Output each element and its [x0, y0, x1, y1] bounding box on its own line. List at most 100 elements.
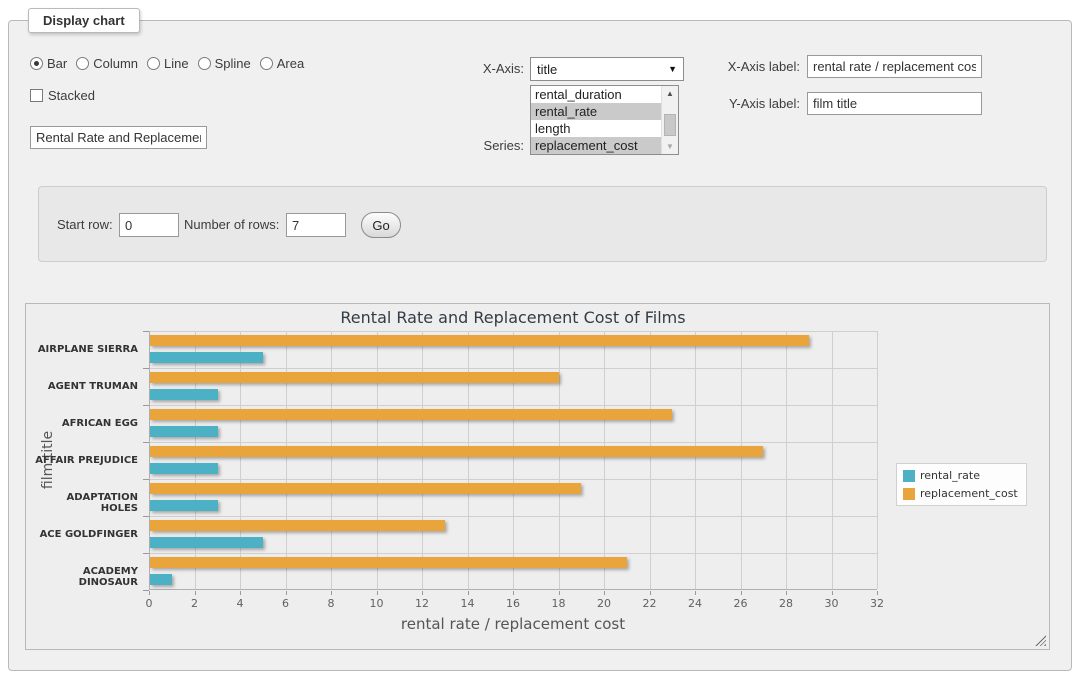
x-tick-label: 4: [225, 597, 255, 610]
gridline-x-30: [832, 331, 833, 589]
bar-replacement_cost-academy-dinosaur[interactable]: [150, 557, 627, 568]
x-tick-mark: [741, 591, 742, 595]
bar-replacement_cost-african-egg[interactable]: [150, 409, 672, 420]
x-tick-mark: [877, 591, 878, 595]
y-tick-mark: [143, 590, 149, 591]
x-tick-label: 30: [817, 597, 847, 610]
radio-button-column[interactable]: [76, 57, 89, 70]
start-row-label: Start row:: [57, 217, 113, 232]
resize-grip-icon[interactable]: [1035, 635, 1046, 646]
bar-replacement_cost-affair-prejudice[interactable]: [150, 446, 763, 457]
legend-swatch-replacement_cost: [903, 488, 915, 500]
radio-button-bar[interactable]: [30, 57, 43, 70]
x-tick-mark: [650, 591, 651, 595]
chart-plot-area: [149, 331, 877, 590]
series-scrollbar[interactable]: ▲ ▼: [661, 86, 678, 154]
radio-label: Area: [277, 56, 304, 71]
series-option-rental_duration[interactable]: rental_duration: [531, 86, 661, 103]
radio-button-line[interactable]: [147, 57, 160, 70]
bar-rental_rate-affair-prejudice[interactable]: [150, 463, 218, 474]
chart-type-option-area: Area: [260, 56, 304, 71]
series-option-length[interactable]: length: [531, 120, 661, 137]
y-tick-mark: [143, 516, 149, 517]
gridline-y: [150, 442, 877, 443]
legend-label: rental_rate: [920, 469, 980, 482]
chart-type-radio-group: BarColumnLineSplineArea: [30, 56, 304, 71]
category-label: ACADEMY DINOSAUR: [26, 566, 138, 588]
gridline-x-28: [786, 331, 787, 589]
x-axis-selected-value: title: [537, 62, 557, 77]
x-tick-mark: [195, 591, 196, 595]
x-tick-mark: [422, 591, 423, 595]
bar-replacement_cost-airplane-sierra[interactable]: [150, 335, 809, 346]
radio-button-area[interactable]: [260, 57, 273, 70]
y-tick-mark: [143, 368, 149, 369]
gridline-x-8: [331, 331, 332, 589]
bar-rental_rate-airplane-sierra[interactable]: [150, 352, 263, 363]
gridline-x-10: [377, 331, 378, 589]
start-row-input[interactable]: [119, 213, 179, 237]
y-axis-label-caption: Y-Axis label:: [690, 96, 800, 111]
number-of-rows-label: Number of rows:: [184, 217, 279, 232]
scrollbar-up-icon[interactable]: ▲: [662, 86, 678, 101]
x-axis-label-input[interactable]: [807, 55, 982, 78]
x-axis-select-label: X-Axis:: [440, 61, 524, 76]
y-tick-mark: [143, 553, 149, 554]
bar-replacement_cost-adaptation-holes[interactable]: [150, 483, 581, 494]
stacked-row: Stacked: [30, 88, 95, 103]
x-tick-label: 14: [453, 597, 483, 610]
series-option-rental_rate[interactable]: rental_rate: [531, 103, 661, 120]
x-tick-label: 6: [271, 597, 301, 610]
gridline-y: [150, 479, 877, 480]
x-tick-label: 18: [544, 597, 574, 610]
category-label: ADAPTATION HOLES: [26, 492, 138, 514]
chart-type-option-column: Column: [76, 56, 138, 71]
bar-rental_rate-african-egg[interactable]: [150, 426, 218, 437]
legend-item-replacement_cost[interactable]: replacement_cost: [903, 487, 1018, 500]
y-axis-label-input[interactable]: [807, 92, 982, 115]
y-tick-mark: [143, 442, 149, 443]
stacked-checkbox[interactable]: [30, 89, 43, 102]
chart-type-option-line: Line: [147, 56, 189, 71]
gridline-y: [150, 516, 877, 517]
x-tick-mark: [468, 591, 469, 595]
scrollbar-thumb[interactable]: [664, 114, 676, 136]
x-tick-mark: [832, 591, 833, 595]
x-axis-label-caption: X-Axis label:: [690, 59, 800, 74]
series-multiselect[interactable]: rental_durationrental_ratelengthreplacem…: [530, 85, 679, 155]
gridline-y: [150, 553, 877, 554]
go-button[interactable]: Go: [361, 212, 401, 238]
bar-rental_rate-ace-goldfinger[interactable]: [150, 537, 263, 548]
x-tick-label: 24: [680, 597, 710, 610]
radio-label: Column: [93, 56, 138, 71]
series-options: rental_durationrental_ratelengthreplacem…: [531, 86, 678, 154]
fieldset-legend: Display chart: [28, 8, 140, 33]
number-of-rows-input[interactable]: [286, 213, 346, 237]
bar-replacement_cost-ace-goldfinger[interactable]: [150, 520, 445, 531]
bar-rental_rate-adaptation-holes[interactable]: [150, 500, 218, 511]
dropdown-arrow-icon: ▼: [668, 64, 677, 74]
chart-title: Rental Rate and Replacement Cost of Film…: [149, 308, 877, 327]
bar-rental_rate-academy-dinosaur[interactable]: [150, 574, 172, 585]
x-tick-mark: [559, 591, 560, 595]
radio-button-spline[interactable]: [198, 57, 211, 70]
x-tick-mark: [786, 591, 787, 595]
gridline-x-2: [195, 331, 196, 589]
gridline-y: [150, 331, 877, 332]
x-tick-mark: [149, 591, 150, 595]
page: Display chart BarColumnLineSplineArea St…: [0, 0, 1081, 681]
chart-title-input[interactable]: [30, 126, 207, 149]
x-axis-select[interactable]: title ▼: [530, 57, 684, 81]
x-tick-label: 16: [498, 597, 528, 610]
series-option-replacement_cost[interactable]: replacement_cost: [531, 137, 661, 154]
gridline-x-22: [650, 331, 651, 589]
chart-type-option-bar: Bar: [30, 56, 67, 71]
scrollbar-down-icon[interactable]: ▼: [662, 139, 678, 154]
bar-rental_rate-agent-truman[interactable]: [150, 389, 218, 400]
x-tick-mark: [377, 591, 378, 595]
gridline-y: [150, 368, 877, 369]
gridline-x-14: [468, 331, 469, 589]
bar-replacement_cost-agent-truman[interactable]: [150, 372, 559, 383]
legend-item-rental_rate[interactable]: rental_rate: [903, 469, 1018, 482]
gridline-x-24: [695, 331, 696, 589]
